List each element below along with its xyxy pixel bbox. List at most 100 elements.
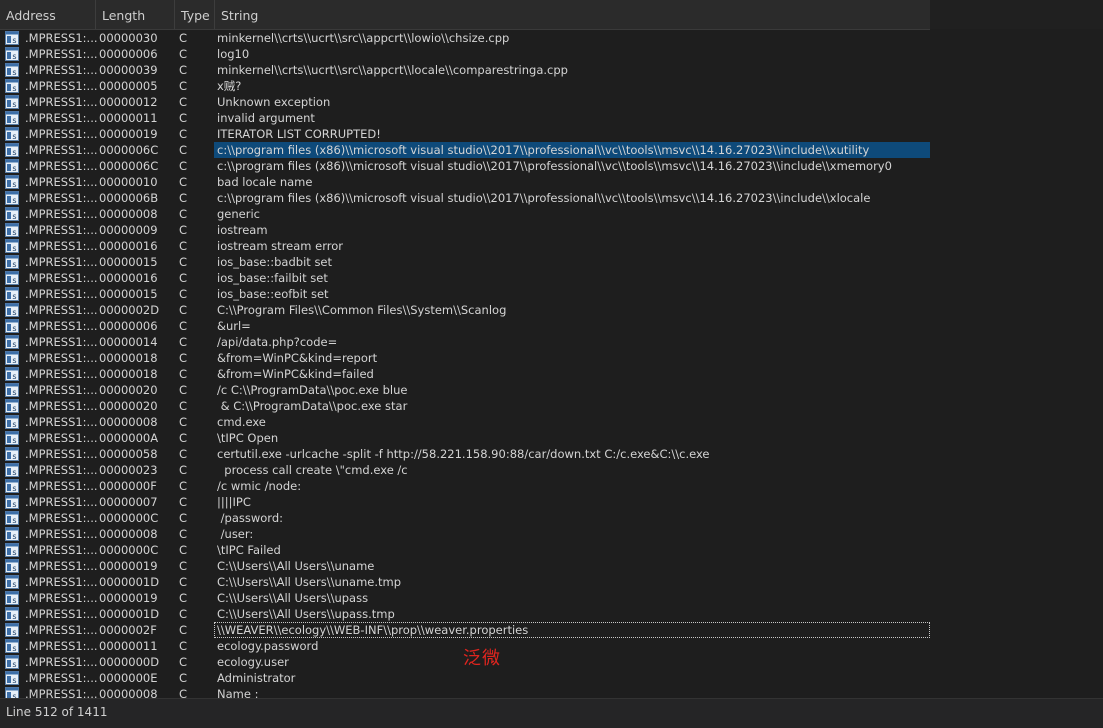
- table-row[interactable]: s .MPRESS1:... 0000000F C/c wmic /node:: [0, 478, 930, 494]
- column-header-string[interactable]: String: [215, 0, 930, 29]
- svg-text:s: s: [12, 68, 16, 77]
- cell-length: 00000019: [99, 559, 158, 573]
- table-row[interactable]: s .MPRESS1:... 00000008 C Name :: [0, 686, 930, 698]
- string-list-icon: s: [5, 319, 19, 333]
- table-row[interactable]: s .MPRESS1:... 00000016 Cios_base::failbit …: [0, 270, 930, 286]
- table-row[interactable]: s .MPRESS1:... 0000006C Cc:\\program files …: [0, 158, 930, 174]
- string-list-icon: s: [5, 175, 19, 189]
- cell-string: &from=WinPC&kind=failed: [217, 367, 374, 381]
- table-row[interactable]: s .MPRESS1:... 00000030 Cminkernel\\crts\\u…: [0, 30, 930, 46]
- svg-text:s: s: [12, 452, 16, 461]
- svg-text:s: s: [12, 244, 16, 253]
- table-row[interactable]: s .MPRESS1:... 00000020 C/c C:\\ProgramData…: [0, 382, 930, 398]
- cell-length: 00000030: [99, 31, 158, 45]
- cell-type: C: [179, 431, 188, 445]
- cell-length: 00000008: [99, 415, 158, 429]
- cell-string: C:\\Users\\All Users\\upass: [217, 591, 369, 605]
- table-row[interactable]: s .MPRESS1:... 00000008 Ccmd.exe: [0, 414, 930, 430]
- cell-address: .MPRESS1:...: [25, 447, 98, 461]
- table-row[interactable]: s .MPRESS1:... 0000001D C C:\\Users\\All Use…: [0, 574, 930, 590]
- table-row[interactable]: s .MPRESS1:... 0000006B Cc:\\program files …: [0, 190, 930, 206]
- table-row[interactable]: s .MPRESS1:... 00000005 Cx贼?: [0, 78, 930, 94]
- table-row[interactable]: s .MPRESS1:... 00000015 Cios_base::badbit s…: [0, 254, 930, 270]
- cell-type: C: [179, 383, 188, 397]
- table-row[interactable]: s .MPRESS1:... 0000002F C \\WEAVER\\ecology\…: [0, 622, 930, 638]
- cell-address: .MPRESS1:...: [25, 175, 98, 189]
- table-row[interactable]: s .MPRESS1:... 0000002D C C:\\Program Files\…: [0, 302, 930, 318]
- cell-address: .MPRESS1:...: [25, 527, 98, 541]
- cell-address: .MPRESS1:...: [25, 79, 98, 93]
- cell-type: C: [179, 575, 188, 589]
- cell-length: 00000008: [99, 527, 158, 541]
- svg-text:s: s: [12, 580, 16, 589]
- table-row[interactable]: s .MPRESS1:... 00000014 C/api/data.php?code…: [0, 334, 930, 350]
- cell-address: .MPRESS1:...: [25, 351, 98, 365]
- cell-type: C: [179, 303, 188, 317]
- svg-text:s: s: [12, 148, 16, 157]
- table-row[interactable]: s .MPRESS1:... 00000039 Cminkernel\\crts\\u…: [0, 62, 930, 78]
- cell-address: .MPRESS1:...: [25, 399, 98, 413]
- cell-type: C: [179, 367, 188, 381]
- string-list-icon: s: [5, 511, 19, 525]
- table-row[interactable]: s .MPRESS1:... 0000000C C \tIPC Failed: [0, 542, 930, 558]
- table-row[interactable]: s .MPRESS1:... 00000007 C ||||IPC: [0, 494, 930, 510]
- table-row[interactable]: s .MPRESS1:... 0000000C C /password:: [0, 510, 930, 526]
- cell-length: 00000011: [99, 639, 158, 653]
- cell-string: \\WEAVER\\ecology\\WEB-INF\\prop\\weaver…: [217, 623, 529, 637]
- table-row[interactable]: s .MPRESS1:... 00000023 C process call crea…: [0, 462, 930, 478]
- table-row[interactable]: s .MPRESS1:... 00000006 Clog10: [0, 46, 930, 62]
- column-header-type[interactable]: Type: [175, 0, 215, 29]
- string-list-icon: s: [5, 607, 19, 621]
- cell-length: 0000000D: [99, 655, 160, 669]
- strings-list[interactable]: s .MPRESS1:... 00000030 Cminkernel\\crts\\u…: [0, 30, 1103, 698]
- cell-length: 0000001D: [99, 607, 160, 621]
- table-row[interactable]: s .MPRESS1:... 00000008 C /user:: [0, 526, 930, 542]
- cell-address: .MPRESS1:...: [25, 319, 98, 333]
- cell-length: 00000008: [99, 207, 158, 221]
- table-row[interactable]: s .MPRESS1:... 00000018 C &from=WinPC&kind=r…: [0, 350, 930, 366]
- column-header-length[interactable]: Length: [96, 0, 175, 29]
- cell-type: C: [179, 111, 188, 125]
- table-row[interactable]: s .MPRESS1:... 00000018 C &from=WinPC&kind=f…: [0, 366, 930, 382]
- table-row[interactable]: s .MPRESS1:... 0000001D C C:\\Users\\All Use…: [0, 606, 930, 622]
- table-row[interactable]: s .MPRESS1:... 00000009 Ciostream: [0, 222, 930, 238]
- table-row[interactable]: s .MPRESS1:... 00000012 C Unknown exception: [0, 94, 930, 110]
- table-row[interactable]: s .MPRESS1:... 00000008 Cgeneric: [0, 206, 930, 222]
- table-row[interactable]: s .MPRESS1:... 00000019 C C:\\Users\\All Use…: [0, 590, 930, 606]
- string-list-icon: s: [5, 495, 19, 509]
- table-row[interactable]: s .MPRESS1:... 00000019 C C:\\Users\\All Use…: [0, 558, 930, 574]
- table-row[interactable]: s .MPRESS1:... 00000058 Ccertutil.exe -urlc…: [0, 446, 930, 462]
- cell-address: .MPRESS1:...: [25, 591, 98, 605]
- string-list-icon: s: [5, 287, 19, 301]
- cell-address: .MPRESS1:...: [25, 335, 98, 349]
- cell-length: 00000009: [99, 223, 158, 237]
- cell-length: 00000008: [99, 687, 158, 698]
- table-row[interactable]: s .MPRESS1:... 00000020 C & C:\\ProgramData…: [0, 398, 930, 414]
- table-row[interactable]: s .MPRESS1:... 0000000E C Administrator: [0, 670, 930, 686]
- cell-string: \tIPC Open: [217, 431, 279, 445]
- cell-address: .MPRESS1:...: [25, 223, 98, 237]
- table-row[interactable]: s .MPRESS1:... 0000000A C \tIPC Open: [0, 430, 930, 446]
- table-row[interactable]: s .MPRESS1:... 00000019 C ITERATOR LIST CORR…: [0, 126, 930, 142]
- string-list-icon: s: [5, 255, 19, 269]
- table-row[interactable]: s .MPRESS1:... 00000011 Cinvalid argument: [0, 110, 930, 126]
- table-row[interactable]: s .MPRESS1:... 00000010 Cbad locale name: [0, 174, 930, 190]
- table-row[interactable]: s .MPRESS1:... 00000015 Cios_base::eofbit s…: [0, 286, 930, 302]
- table-row[interactable]: s .MPRESS1:... 00000016 Ciostream stream er…: [0, 238, 930, 254]
- svg-text:s: s: [12, 260, 16, 269]
- cell-length: 00000010: [99, 175, 158, 189]
- cell-type: C: [179, 495, 188, 509]
- column-header-address[interactable]: Address: [0, 0, 96, 29]
- string-list-icon: s: [5, 383, 19, 397]
- svg-text:s: s: [12, 52, 16, 61]
- svg-text:s: s: [12, 276, 16, 285]
- cell-type: C: [179, 543, 188, 557]
- header-empty-area: [930, 0, 1103, 29]
- svg-text:s: s: [12, 308, 16, 317]
- table-row[interactable]: s .MPRESS1:... 00000006 C &url=: [0, 318, 930, 334]
- status-bar: Line 512 of 1411: [0, 698, 1103, 728]
- svg-text:s: s: [12, 356, 16, 365]
- cell-type: C: [179, 415, 188, 429]
- table-row[interactable]: s .MPRESS1:... 0000006C Cc:\\program files …: [0, 142, 930, 158]
- cell-string: &from=WinPC&kind=report: [217, 351, 378, 365]
